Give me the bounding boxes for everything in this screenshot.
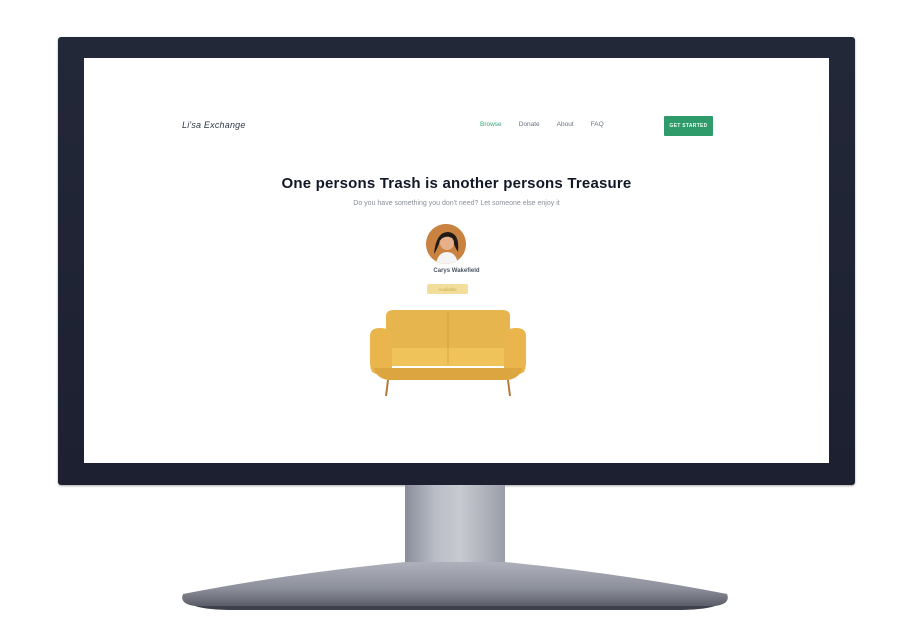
- status-badge: Available: [427, 284, 468, 294]
- username[interactable]: Carys Wakefield: [84, 268, 829, 274]
- nav-menu: Browse Donate About FAQ: [480, 121, 604, 128]
- nav-link-browse[interactable]: Browse: [480, 121, 502, 128]
- sofa-image[interactable]: [368, 308, 528, 400]
- nav-link-donate[interactable]: Donate: [519, 121, 540, 128]
- nav-link-about[interactable]: About: [557, 121, 574, 128]
- page-headline: One persons Trash is another persons Tre…: [281, 175, 632, 192]
- user-avatar-icon: [426, 224, 466, 264]
- monitor-bezel: Li'sa Exchange Browse Donate About FAQ G…: [58, 37, 855, 485]
- site-logo[interactable]: Li'sa Exchange: [182, 120, 246, 130]
- monitor-stand-base: [182, 562, 728, 610]
- page-subheadline: Do you have something you don't need? Le…: [353, 200, 560, 207]
- monitor-screen: Li'sa Exchange Browse Donate About FAQ G…: [84, 58, 829, 463]
- avatar[interactable]: [426, 224, 466, 264]
- nav-link-faq[interactable]: FAQ: [591, 121, 604, 128]
- get-started-button[interactable]: GET STARTED: [664, 116, 713, 136]
